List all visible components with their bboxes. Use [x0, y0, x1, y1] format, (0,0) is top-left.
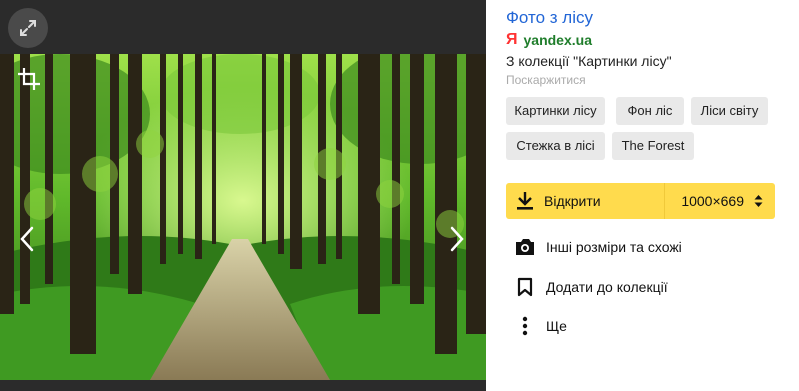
chevron-left-icon[interactable]	[14, 224, 42, 254]
crop-icon[interactable]	[18, 68, 40, 90]
bookmark-icon	[514, 277, 536, 297]
add-to-collection-label: Додати до колекції	[546, 279, 668, 295]
chevron-right-icon[interactable]	[442, 224, 470, 254]
image-viewer	[0, 0, 486, 391]
expand-button[interactable]	[8, 8, 48, 48]
size-select[interactable]: 1000×669	[664, 183, 775, 219]
more-action[interactable]: Ще	[514, 316, 567, 336]
source-link[interactable]: Я yandex.ua	[506, 31, 592, 49]
more-label: Ще	[546, 318, 567, 334]
tag-button[interactable]: Фон ліс	[616, 97, 684, 125]
size-label: 1000×669	[681, 193, 744, 209]
tag-button[interactable]: Картинки лісу	[506, 97, 605, 125]
sort-arrows-icon	[754, 195, 763, 207]
report-link[interactable]: Поскаржитися	[506, 73, 586, 87]
open-button[interactable]: Відкрити	[506, 183, 664, 219]
source-domain: yandex.ua	[523, 32, 592, 48]
tag-button[interactable]: Ліси світу	[691, 97, 768, 125]
collection-text: З колекції "Картинки лісу"	[506, 53, 672, 69]
yandex-logo-icon: Я	[506, 31, 518, 48]
similar-images-action[interactable]: Інші розміри та схожі	[514, 237, 682, 257]
add-to-collection-action[interactable]: Додати до колекції	[514, 277, 668, 297]
expand-arrows-icon	[20, 20, 36, 36]
tag-button[interactable]: The Forest	[612, 132, 694, 160]
open-image-bar: Відкрити 1000×669	[506, 183, 775, 219]
similar-images-label: Інші розміри та схожі	[546, 239, 682, 255]
tag-button[interactable]: Стежка в лісі	[506, 132, 605, 160]
forest-photo[interactable]	[0, 54, 486, 380]
more-vertical-icon	[514, 316, 536, 336]
image-title-link[interactable]: Фото з лісу	[506, 8, 593, 28]
image-info-panel: Фото з лісу Я yandex.ua З колекції "Карт…	[486, 0, 799, 391]
camera-search-icon	[514, 237, 536, 257]
open-label: Відкрити	[544, 193, 601, 209]
download-icon	[517, 192, 533, 210]
